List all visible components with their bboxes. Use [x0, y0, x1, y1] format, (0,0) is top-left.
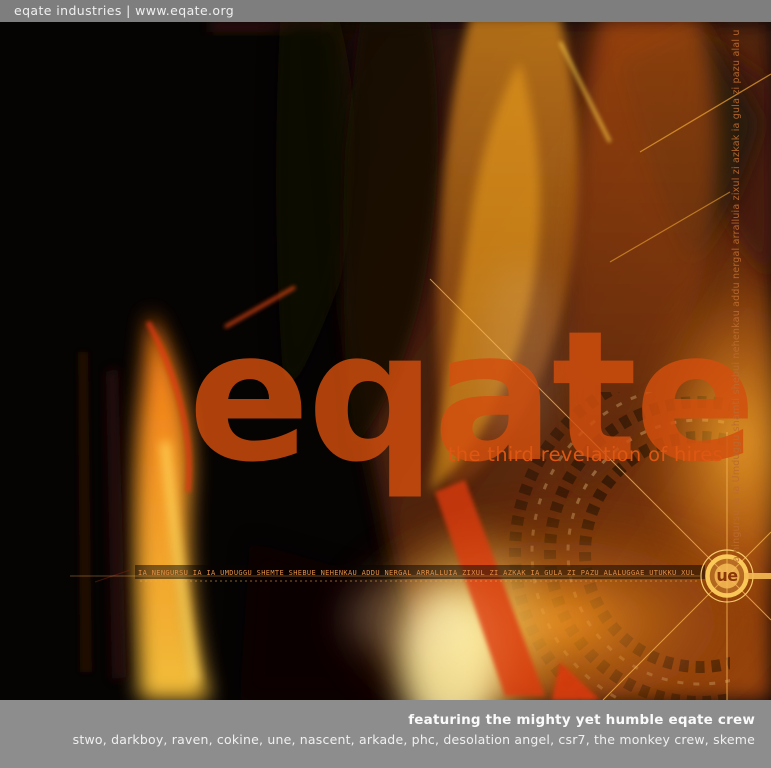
footer-tagline: featuring the mighty yet humble eqate cr… [408, 712, 755, 728]
footer-bar: featuring the mighty yet humble eqate cr… [0, 700, 771, 768]
header-bar: eqate industries | www.eqate.org [0, 0, 771, 22]
artwork: eqate the third revelation of hires ia n… [0, 22, 771, 700]
album-cover: eqate industries | www.eqate.org [0, 0, 771, 768]
brand-text: eqate industries | www.eqate.org [14, 0, 234, 22]
vertical-chant-text: ia ningursu ia ia Umduggu shamti shebui … [731, 29, 742, 565]
footer-crew-list: stwo, darkboy, raven, cokine, une, nasce… [73, 732, 755, 747]
chant-strip-text: IA NENGURSU IA IA UMDUGGU SHEMTE SHEBUE … [138, 567, 704, 580]
subtitle-text: the third revelation of hires [448, 443, 723, 466]
ue-logo-monogram: ue [712, 566, 742, 586]
